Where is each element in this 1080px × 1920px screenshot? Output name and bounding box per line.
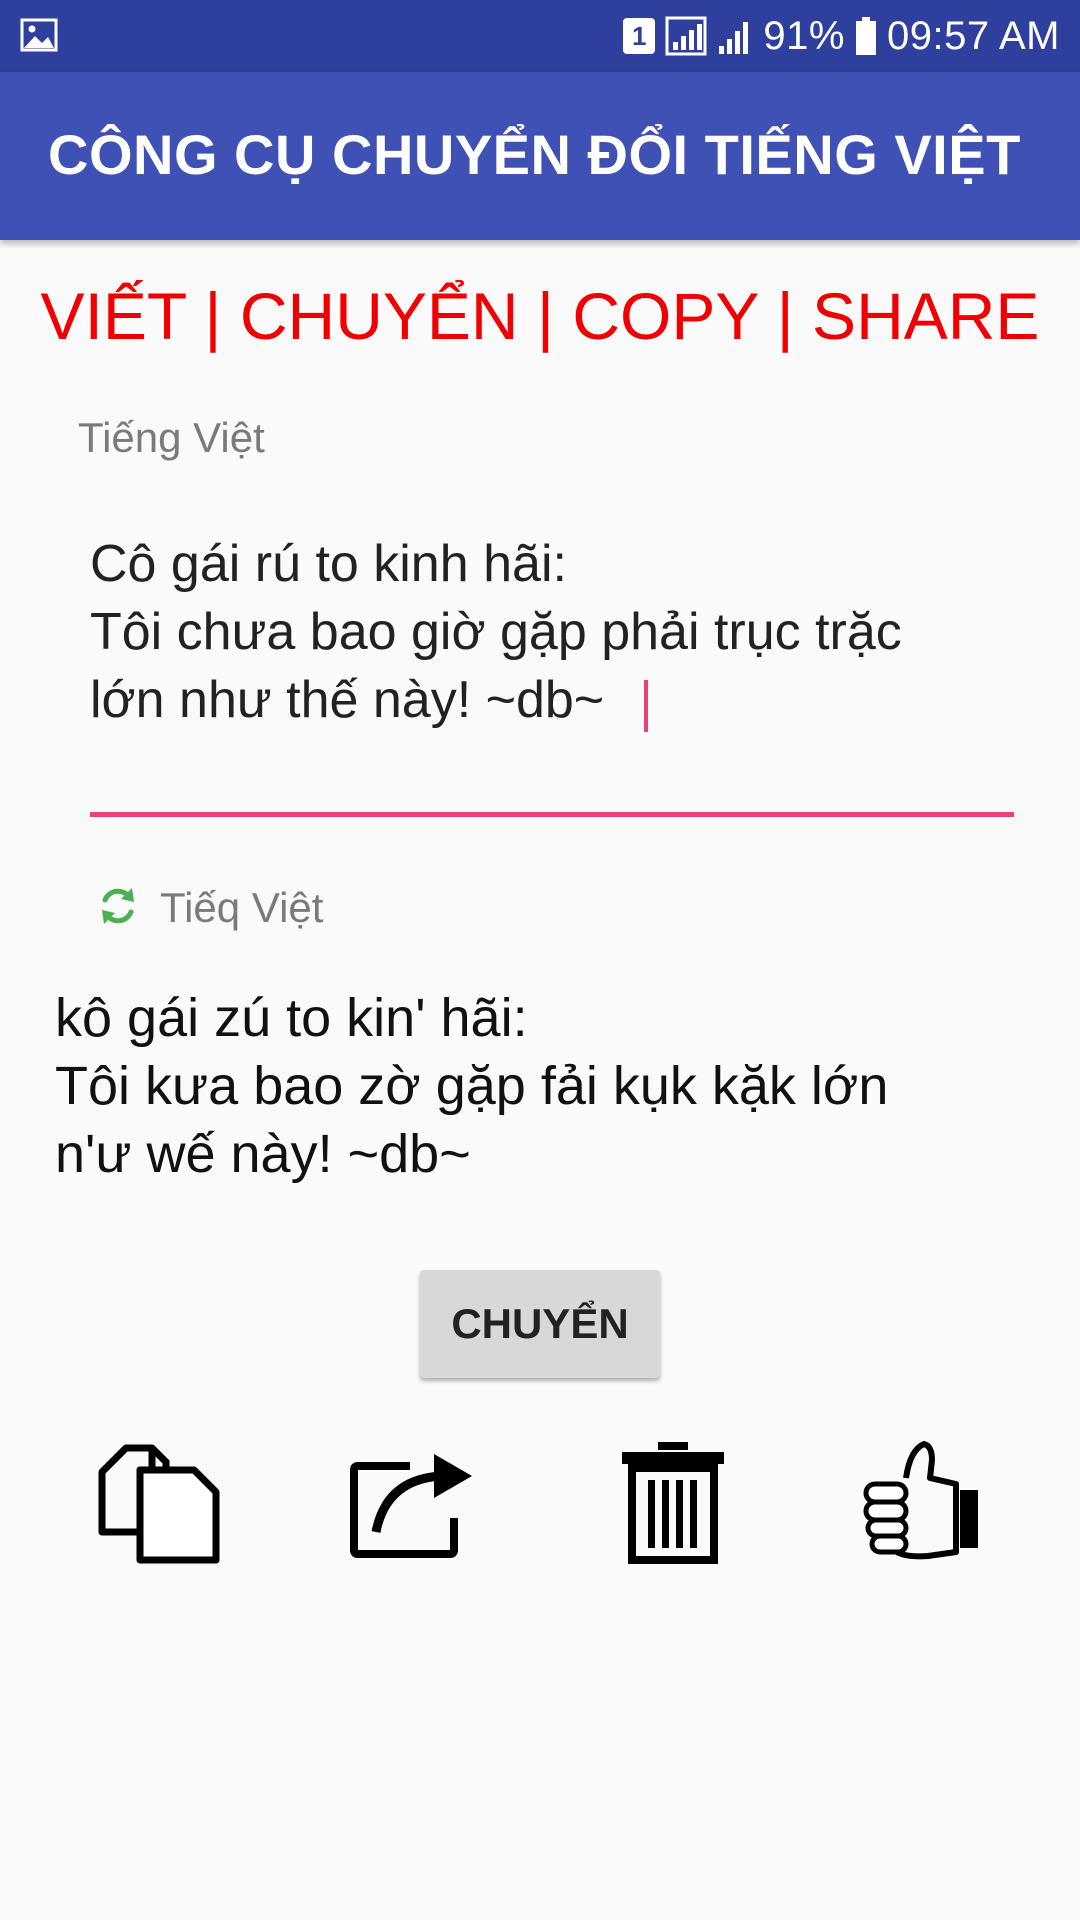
trash-icon[interactable] xyxy=(610,1440,734,1564)
status-bar: 1 91% 09:57 AM xyxy=(0,0,1080,72)
input-underline xyxy=(90,812,1014,817)
gallery-icon xyxy=(20,18,58,52)
thumbs-up-icon[interactable] xyxy=(860,1440,984,1564)
convert-button[interactable]: CHUYỂN xyxy=(420,1270,660,1378)
sim-slot-badge: 1 xyxy=(623,18,656,54)
text-cursor xyxy=(644,680,648,732)
cellular-icon xyxy=(719,22,749,54)
menu-links[interactable]: VIẾT | CHUYỂN | COPY | SHARE xyxy=(0,278,1080,354)
vietnamese-input-field[interactable]: Cô gái rú to kinh hãi: Tôi chưa bao giờ … xyxy=(90,530,1010,734)
input-label: Tiếng Việt xyxy=(78,414,265,461)
converted-output-text: kô gái zú to kin' hãi: Tôi kưa bao zờ gặ… xyxy=(55,988,889,1184)
output-label: Tiếq Việt xyxy=(160,884,324,931)
battery-percent: 91% xyxy=(763,13,845,58)
battery-icon xyxy=(855,17,876,55)
signal-icon xyxy=(665,16,707,56)
clock: 09:57 AM xyxy=(886,13,1060,58)
refresh-icon[interactable] xyxy=(96,884,140,928)
app-bar: CÔNG CỤ CHUYỂN ĐỔI TIẾNG VIỆT xyxy=(0,72,1080,240)
share-icon[interactable] xyxy=(350,1440,474,1564)
status-indicators: 1 91% 09:57 AM xyxy=(623,0,1060,72)
app-title: CÔNG CỤ CHUYỂN ĐỔI TIẾNG VIỆT xyxy=(48,123,1021,186)
copy-icon[interactable] xyxy=(96,1440,220,1564)
